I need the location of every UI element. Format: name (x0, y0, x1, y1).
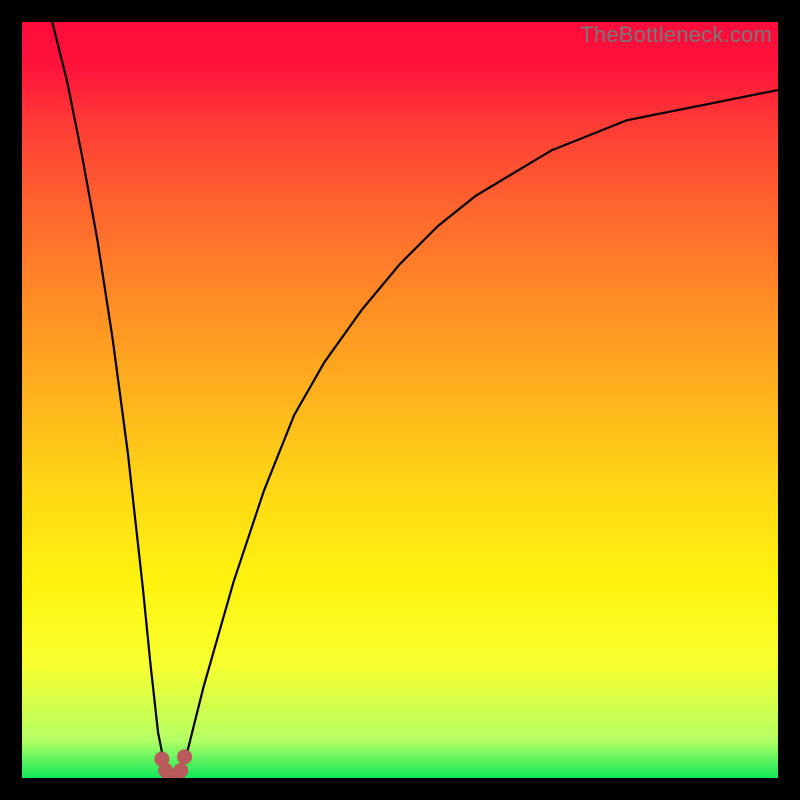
chart-frame: TheBottleneck.com (0, 0, 800, 800)
bottleneck-curve (52, 22, 778, 778)
minimum-marker (174, 763, 188, 777)
minimum-marker (178, 750, 192, 764)
plot-area: TheBottleneck.com (22, 22, 778, 778)
minimum-marker-group (155, 750, 192, 778)
chart-svg (22, 22, 778, 778)
